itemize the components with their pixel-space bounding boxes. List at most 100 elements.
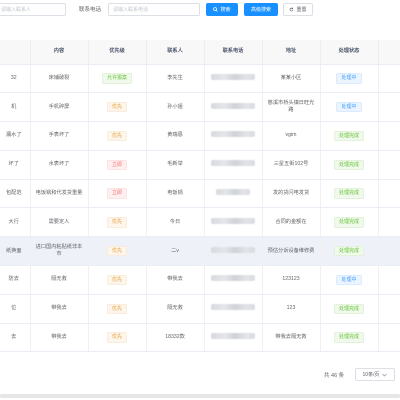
priority-tag: 优先 — [106, 101, 127, 113]
redacted-phone — [211, 275, 255, 282]
status-tag: 处理完成 — [333, 332, 364, 343]
table-row[interactable]: 位 带我去 优先 隔无救 123 处理完成 — [0, 294, 400, 324]
cell-status: 处理完成 — [320, 236, 379, 267]
column-header[interactable] — [0, 40, 31, 65]
cell-contact: 18332款 — [146, 323, 205, 353]
cell-actions — [378, 236, 400, 267]
cell-priority: 允许报案 — [88, 64, 147, 94]
priority-tag: 优先 — [106, 274, 127, 286]
cell-status: 处理中 — [320, 92, 379, 123]
reset-button[interactable]: 重置 — [283, 3, 313, 16]
cell-address: vgim — [262, 121, 321, 151]
cell-phone — [204, 207, 263, 238]
cell-actions — [378, 265, 400, 295]
cell-priority: 优先 — [88, 121, 147, 151]
cell-actions — [378, 207, 400, 238]
status-tag: 处理中 — [336, 101, 362, 113]
table-row[interactable]: 包配范 电饭锅和代发货重量 立即 电饭锅 发的货闪电发货 处理完成 — [0, 179, 400, 209]
cell-status: 处理完成 — [320, 207, 379, 238]
reset-button-label: 重置 — [296, 7, 307, 13]
scrollbar-thumb[interactable] — [0, 394, 400, 398]
table-row[interactable]: 机 手机碎屏 优先 孙小姐 慈溪市桥头镇日旺光路 处理中 — [0, 92, 400, 123]
cell-contact: 李先生 — [146, 64, 205, 94]
search-button[interactable]: 搜索 — [206, 3, 238, 16]
status-tag: 处理中 — [336, 73, 362, 84]
cell-actions — [378, 294, 400, 324]
cell-status: 处理完成 — [320, 323, 379, 353]
cell-status: 处理完成 — [320, 179, 379, 209]
table-row[interactable]: 漏水了 手表坏了 优先 黄瑞恩 vgim 处理完成 — [0, 121, 400, 151]
cell-contact: 电饭锅 — [146, 179, 205, 209]
cell-content: 带我去 — [30, 294, 89, 324]
contact-name-input[interactable] — [0, 3, 66, 16]
cell-address: 带我去隔无救 — [262, 323, 321, 353]
cell-contact: 隔无救 — [146, 294, 205, 324]
cell-address: 发的货闪电发货 — [262, 179, 321, 209]
cell-truncated: 32 — [0, 64, 31, 94]
cell-actions — [378, 64, 400, 94]
work-order-table: 内容 优先级 联系人 联系电话 地址 处理状态 32 床铺破裂 允许报案 李先生… — [0, 40, 400, 356]
cell-truncated: 大行 — [0, 207, 31, 238]
table-row-hovered[interactable]: 纸换面 进口国内粘贴纸非本市 优先 二v 预估分诉设备维修费 处理完成 — [0, 236, 400, 267]
table-row[interactable]: 防去 隔无救 优先 带我去 123123 处理中 — [0, 265, 400, 295]
cell-phone — [204, 236, 263, 267]
cell-truncated: 坏了 — [0, 150, 31, 180]
advanced-search-button[interactable]: 高级搜索 — [244, 3, 278, 16]
status-tag: 处理完成 — [333, 159, 364, 171]
cell-phone — [204, 265, 263, 295]
cell-truncated: 包配范 — [0, 179, 31, 209]
priority-tag: 优先 — [106, 332, 127, 343]
cell-content: 隔无救 — [30, 265, 89, 295]
cell-address: 预估分诉设备维修费 — [262, 236, 321, 267]
cell-contact: 带我去 — [146, 265, 205, 295]
cell-phone — [204, 179, 263, 209]
redacted-phone — [211, 131, 255, 138]
phone-label: 联系电话 — [79, 7, 102, 13]
redacted-phone — [211, 160, 255, 167]
column-header-priority[interactable]: 优先级 — [88, 40, 147, 65]
column-header-content[interactable]: 内容 — [30, 40, 89, 65]
cell-status: 处理完成 — [320, 150, 379, 180]
advanced-search-label: 高级搜索 — [250, 7, 271, 13]
cell-actions — [378, 179, 400, 209]
redacted-phone — [211, 102, 255, 109]
cell-status: 处理完成 — [320, 121, 379, 151]
cell-content: 床铺破裂 — [30, 64, 89, 94]
cell-contact: 二v — [146, 236, 205, 267]
priority-tag: 优先 — [106, 130, 127, 142]
total-count: 共 46 条 — [324, 373, 345, 379]
page-size-select[interactable]: 10条/页 — [355, 368, 395, 381]
column-header[interactable] — [378, 40, 400, 65]
search-bar: 联系电话 搜索 高级搜索 重置 — [0, 0, 400, 30]
cell-address: 123123 — [262, 265, 321, 295]
cell-actions — [378, 92, 400, 123]
cell-contact: 孙小姐 — [146, 92, 205, 123]
cell-content: 电饭锅和代发货重量 — [30, 179, 89, 209]
chevron-down-icon — [382, 373, 388, 376]
table-row[interactable]: 去 带我去 优先 18332款 带我去隔无救 处理完成 — [0, 323, 400, 353]
status-tag: 处理完成 — [333, 245, 364, 257]
cell-status: 处理中 — [320, 64, 379, 94]
column-header-phone[interactable]: 联系电话 — [204, 40, 263, 65]
redacted-phone — [211, 246, 255, 253]
table-row[interactable]: 坏了 水表坏了 立即 毛新举 三星五街102号 处理完成 — [0, 150, 400, 180]
cell-truncated: 纸换面 — [0, 236, 31, 267]
cell-priority: 立即 — [88, 150, 147, 180]
table-row[interactable]: 大行 需要定人 优先 今日 合同的金额在 处理完成 — [0, 207, 400, 238]
horizontal-scrollbar[interactable] — [0, 394, 400, 398]
cell-priority: 优先 — [88, 207, 147, 238]
priority-tag: 立即 — [106, 188, 127, 199]
phone-input[interactable] — [108, 3, 200, 16]
table-row[interactable]: 32 床铺破裂 允许报案 李先生 某某小区 处理中 — [0, 64, 400, 94]
search-icon — [213, 7, 219, 12]
table-header-row: 内容 优先级 联系人 联系电话 地址 处理状态 — [0, 40, 400, 65]
search-button-label: 搜索 — [220, 7, 231, 13]
column-header-contact[interactable]: 联系人 — [146, 40, 205, 65]
cell-address: 慈溪市桥头镇日旺光路 — [262, 92, 321, 123]
priority-tag: 优先 — [106, 245, 127, 257]
cell-content: 水表坏了 — [30, 150, 89, 180]
column-header-status[interactable]: 处理状态 — [320, 40, 379, 65]
redacted-phone — [216, 189, 250, 196]
column-header-address[interactable]: 地址 — [262, 40, 321, 65]
cell-priority: 优先 — [88, 323, 147, 353]
